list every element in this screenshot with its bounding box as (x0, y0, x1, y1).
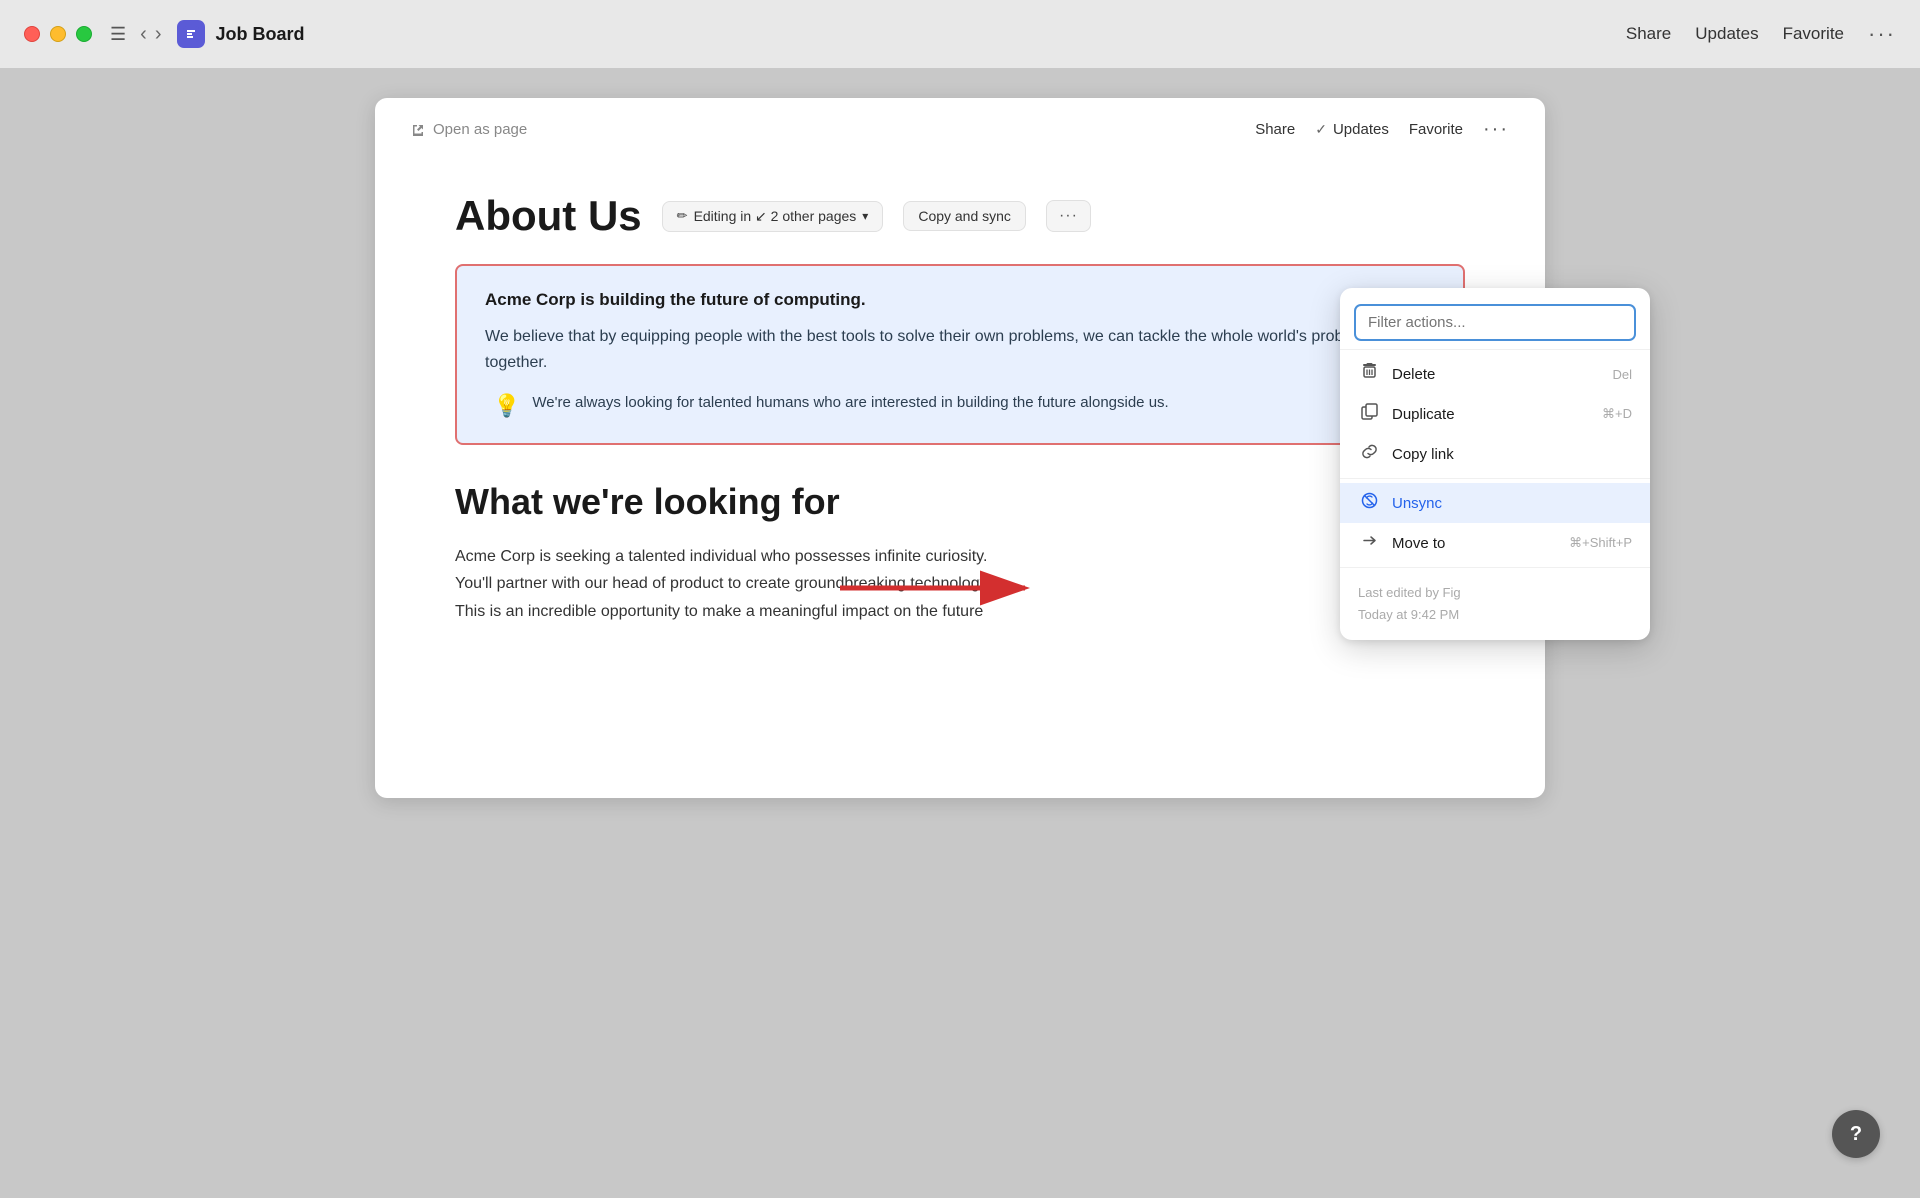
favorite-button[interactable]: Favorite (1783, 24, 1844, 44)
chevron-down-icon: ▾ (862, 209, 868, 223)
doc-favorite-button[interactable]: Favorite (1409, 121, 1463, 138)
duplicate-label: Duplicate (1392, 406, 1455, 423)
delete-icon (1358, 363, 1380, 385)
close-button[interactable] (24, 26, 40, 42)
nav-arrows: ‹ › (140, 23, 161, 46)
check-icon: ✓ (1315, 121, 1327, 138)
context-menu: Delete Del Duplicate ⌘+D Copy link (1340, 288, 1650, 640)
menu-divider-3 (1340, 567, 1650, 568)
bulb-icon: 💡 (493, 393, 520, 419)
app-icon (177, 20, 205, 48)
move-to-icon (1358, 532, 1380, 554)
minimize-button[interactable] (50, 26, 66, 42)
last-edited-time: Today at 9:42 PM (1358, 604, 1632, 626)
unsync-icon (1358, 492, 1380, 514)
synced-block-note: 💡 We're always looking for talented huma… (485, 391, 1435, 419)
synced-block-title: Acme Corp is building the future of comp… (485, 290, 1435, 310)
doc-toolbar-right: Share ✓ Updates Favorite ··· (1255, 118, 1509, 141)
synced-more-button[interactable]: ··· (1046, 200, 1091, 232)
about-us-section: About Us ✏ Editing in ↙ 2 other pages ▾ … (455, 192, 1465, 445)
maximize-button[interactable] (76, 26, 92, 42)
move-to-shortcut: ⌘+Shift+P (1569, 535, 1632, 551)
menu-footer: Last edited by Fig Today at 9:42 PM (1340, 572, 1650, 632)
about-us-header: About Us ✏ Editing in ↙ 2 other pages ▾ … (455, 192, 1465, 240)
titlebar-right: Share Updates Favorite ··· (1626, 21, 1896, 47)
unsync-menu-item[interactable]: Unsync (1340, 483, 1650, 523)
what-looking-title: What we're looking for (455, 481, 1465, 523)
titlebar: ☰ ‹ › Job Board Share Updates Favorite ·… (0, 0, 1920, 68)
copy-link-menu-item[interactable]: Copy link (1340, 434, 1650, 474)
move-to-label: Move to (1392, 535, 1445, 552)
help-button[interactable]: ? (1832, 1110, 1880, 1158)
synced-block-note-text: We're always looking for talented humans… (532, 391, 1168, 415)
updates-button[interactable]: Updates (1695, 24, 1758, 44)
copy-sync-button[interactable]: Copy and sync (903, 201, 1026, 231)
menu-divider-2 (1340, 478, 1650, 479)
delete-label: Delete (1392, 366, 1435, 383)
move-to-menu-item[interactable]: Move to ⌘+Shift+P (1340, 523, 1650, 563)
duplicate-menu-item[interactable]: Duplicate ⌘+D (1340, 394, 1650, 434)
delete-menu-item[interactable]: Delete Del (1340, 354, 1650, 394)
share-button[interactable]: Share (1626, 24, 1671, 44)
last-edited-by: Last edited by Fig (1358, 582, 1632, 604)
editing-badge[interactable]: ✏ Editing in ↙ 2 other pages ▾ (662, 201, 884, 232)
what-looking-body: Acme Corp is seeking a talented individu… (455, 543, 1465, 625)
delete-shortcut: Del (1612, 367, 1632, 382)
doc-toolbar: Open as page Share ✓ Updates Favorite ··… (375, 98, 1545, 152)
unsync-label: Unsync (1392, 495, 1442, 512)
doc-updates-label: Updates (1333, 121, 1389, 138)
duplicate-shortcut: ⌘+D (1602, 406, 1632, 422)
filter-actions-input[interactable] (1354, 304, 1636, 341)
open-as-page-icon (411, 123, 425, 137)
duplicate-icon (1358, 403, 1380, 425)
hamburger-menu-icon[interactable]: ☰ (110, 24, 126, 45)
open-as-page-button[interactable]: Open as page (411, 121, 527, 138)
synced-block-text: We believe that by equipping people with… (485, 324, 1435, 375)
page-title: Job Board (215, 24, 304, 45)
back-arrow-icon[interactable]: ‹ (140, 23, 147, 46)
forward-arrow-icon[interactable]: › (155, 23, 162, 46)
what-looking-section: What we're looking for Acme Corp is seek… (455, 481, 1465, 625)
doc-more-button[interactable]: ··· (1483, 118, 1509, 141)
copy-link-icon (1358, 443, 1380, 465)
doc-share-button[interactable]: Share (1255, 121, 1295, 138)
edit-icon: ✏ (677, 208, 688, 224)
copy-link-label: Copy link (1392, 446, 1454, 463)
traffic-lights (24, 26, 92, 42)
main-area: Open as page Share ✓ Updates Favorite ··… (0, 68, 1920, 1198)
more-options-button[interactable]: ··· (1868, 21, 1896, 47)
filter-input-wrapper (1340, 296, 1650, 345)
synced-block: Acme Corp is building the future of comp… (455, 264, 1465, 445)
editing-badge-label: Editing in ↙ 2 other pages (694, 208, 857, 225)
doc-updates-button[interactable]: ✓ Updates (1315, 121, 1389, 138)
menu-divider-1 (1340, 349, 1650, 350)
about-us-title: About Us (455, 192, 642, 240)
open-as-page-label: Open as page (433, 121, 527, 138)
